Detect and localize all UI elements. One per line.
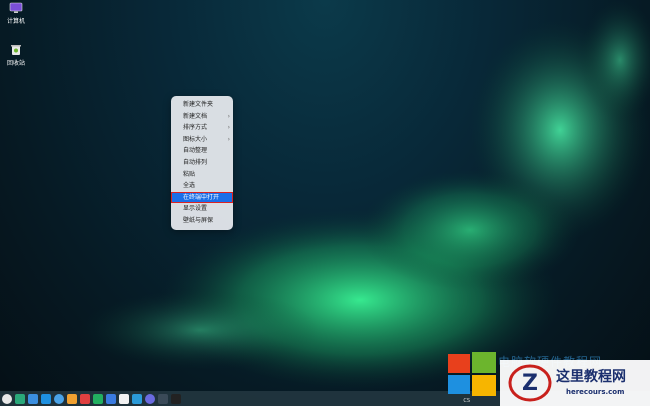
chevron-right-icon: › — [227, 135, 230, 143]
menu-item-auto-arrange[interactable]: 自动整理 — [171, 145, 233, 157]
menu-item-new-folder[interactable]: 新建文件夹 — [171, 99, 233, 111]
video-icon[interactable] — [93, 393, 103, 404]
multitask-icon[interactable] — [15, 393, 25, 404]
watermark-title: 这里教程网 — [556, 369, 626, 385]
desktop-icon-trash[interactable]: 回收站 — [2, 44, 30, 67]
z-logo-icon: Z — [508, 364, 552, 402]
menu-item-select-all[interactable]: 全选 — [171, 180, 233, 192]
launcher-icon[interactable] — [2, 393, 12, 404]
photos-icon[interactable] — [67, 393, 77, 404]
terminal-icon[interactable] — [171, 393, 181, 404]
chevron-right-icon: › — [227, 124, 230, 132]
svg-text:Z: Z — [522, 371, 538, 396]
mail-icon[interactable] — [106, 393, 116, 404]
trash-icon — [11, 45, 21, 55]
files-icon[interactable] — [28, 393, 38, 404]
browser-icon[interactable] — [54, 393, 64, 404]
menu-item-icon-size[interactable]: 图标大小 › — [171, 134, 233, 146]
store-icon[interactable] — [41, 393, 51, 404]
menu-item-sort-by[interactable]: 排序方式 › — [171, 122, 233, 134]
menu-item-display-settings[interactable]: 显示设置 — [171, 203, 233, 215]
desktop-icon-computer[interactable]: 计算机 — [2, 2, 30, 25]
desktop-context-menu: 新建文件夹 新建文档 › 排序方式 › 图标大小 › 自动整理 自动排列 粘贴 全选 … — [171, 96, 233, 230]
settings-icon[interactable] — [145, 393, 155, 404]
contacts-icon[interactable] — [132, 393, 142, 404]
watermark-url: herecours.com — [566, 388, 625, 396]
aurora-wallpaper — [80, 0, 650, 390]
chevron-right-icon: › — [227, 112, 230, 120]
menu-item-paste[interactable]: 粘贴 — [171, 169, 233, 181]
menu-item-wallpaper[interactable]: 壁纸与屏保 — [171, 215, 233, 227]
menu-item-open-in-terminal[interactable]: 在终端中打开 — [171, 191, 233, 204]
desktop-icon-label: 回收站 — [6, 60, 25, 67]
desktop-icon-label: 计算机 — [6, 18, 25, 25]
menu-item-auto-align[interactable]: 自动排列 — [171, 157, 233, 169]
computer-icon — [9, 2, 23, 13]
monitor-icon[interactable] — [158, 393, 168, 404]
menu-item-new-document[interactable]: 新建文档 › — [171, 111, 233, 123]
tray-indicator[interactable]: CS — [463, 398, 470, 404]
calendar-icon[interactable] — [119, 393, 129, 404]
windows-logo-icon — [448, 352, 496, 396]
music-icon[interactable] — [80, 393, 90, 404]
